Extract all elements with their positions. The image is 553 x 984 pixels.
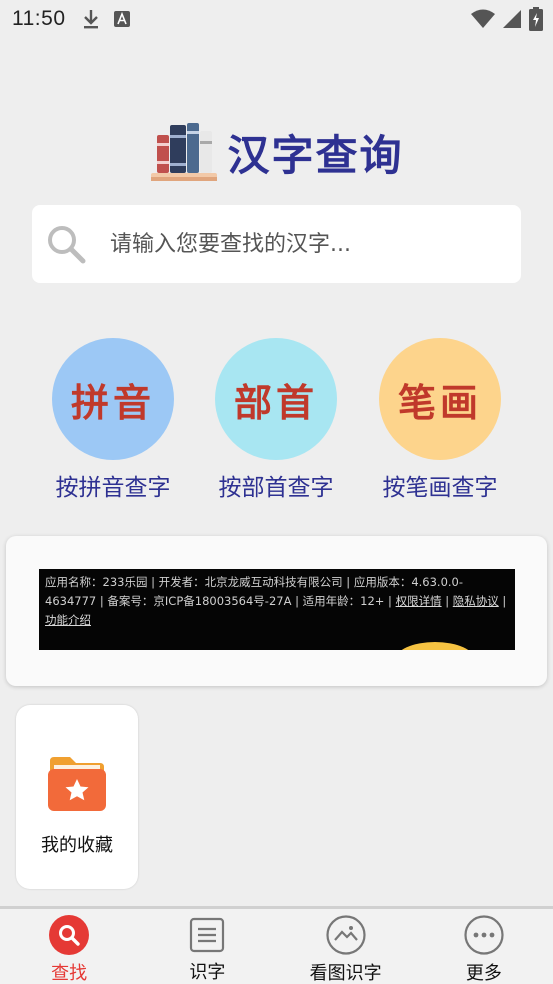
nav-label-more: 更多 (465, 963, 502, 984)
nav-label-image: 看图识字 (309, 963, 382, 984)
lookup-pinyin-button[interactable]: 拼音 按拼音查字 (51, 338, 175, 502)
lookup-pinyin-circle-text: 拼音 (70, 379, 155, 425)
lookup-stroke-circle-text: 笔画 (397, 379, 482, 425)
ad-image-fragment (395, 642, 475, 650)
status-bar: 11:50 (0, 0, 553, 38)
lookup-radical-label[interactable]: 按部首查字 (219, 468, 334, 502)
ad-features-link[interactable]: 功能介绍 (45, 613, 91, 627)
favorites-card[interactable]: 我的收藏 (16, 705, 138, 889)
ad-card: 应用名称：233乐园 | 开发者：北京龙威互动科技有限公司 | 应用版本：4.6… (6, 536, 547, 686)
bottom-nav: 查找 识字 看图识字 更多 (0, 906, 553, 984)
app-title: 汉字查询 (227, 130, 404, 180)
nav-tab-learn[interactable]: 识字 (138, 909, 276, 984)
search-icon (46, 224, 86, 264)
lookup-radical-circle-text: 部首 (233, 379, 318, 425)
favorites-label: 我的收藏 (41, 835, 113, 856)
battery-icon (529, 7, 543, 36)
lookup-pinyin-circle[interactable]: 拼音 (52, 338, 174, 460)
lookup-radical-button[interactable]: 部首 按部首查字 (214, 338, 338, 502)
ad-banner[interactable]: 应用名称：233乐园 | 开发者：北京龙威互动科技有限公司 | 应用版本：4.6… (39, 569, 515, 650)
nav-tab-search[interactable]: 查找 (0, 909, 138, 984)
nav-label-learn: 识字 (189, 962, 226, 983)
lookup-radical-circle[interactable]: 部首 (215, 338, 337, 460)
image-icon (326, 915, 366, 955)
lookup-stroke-button[interactable]: 笔画 按笔画查字 (378, 338, 502, 502)
ad-privacy-link[interactable]: 隐私协议 (453, 594, 499, 608)
document-icon (187, 915, 227, 954)
ad-permissions-link[interactable]: 权限详情 (396, 594, 442, 608)
lookup-pinyin-label[interactable]: 按拼音查字 (56, 468, 171, 502)
nav-tab-more[interactable]: 更多 (415, 909, 553, 984)
download-icon (82, 8, 100, 30)
nav-label-search: 查找 (51, 963, 88, 984)
ad-separator: | (441, 594, 453, 608)
status-time: 11:50 (12, 7, 66, 30)
lookup-stroke-circle[interactable]: 笔画 (379, 338, 501, 460)
books-icon (149, 117, 219, 187)
search-input[interactable] (110, 231, 490, 257)
nav-tab-image[interactable]: 看图识字 (277, 909, 415, 984)
lookup-stroke-label[interactable]: 按笔画查字 (383, 468, 498, 502)
search-box[interactable] (32, 205, 521, 283)
keyboard-a-icon (113, 11, 130, 27)
star-folder-icon (46, 755, 108, 817)
ad-separator: | (498, 594, 507, 608)
app-header: 汉字查询 (0, 118, 553, 186)
wifi-icon (471, 9, 495, 34)
search-icon (49, 915, 90, 955)
signal-icon (503, 9, 521, 34)
more-icon (464, 915, 504, 955)
